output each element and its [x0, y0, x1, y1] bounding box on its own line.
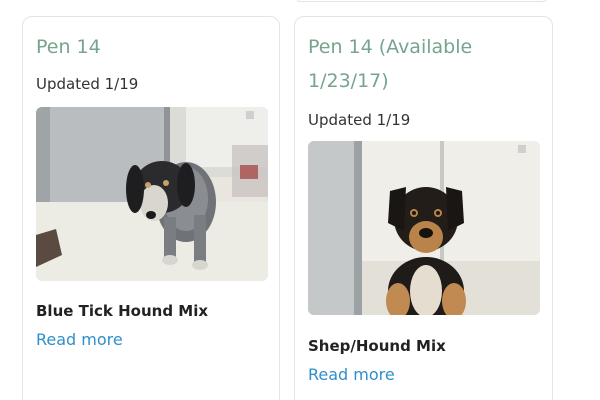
- pet-listing-page: Pen 14 Updated 1/19 Blue Tick Hound Mix …: [0, 0, 600, 400]
- pet-card: Pen 14 (Available 1/23/17) Updated 1/19: [294, 16, 553, 400]
- card-title: Pen 14: [36, 36, 101, 58]
- breed-label: Blue Tick Hound Mix: [36, 302, 209, 320]
- card-title: Pen 14 (Available 1/23/17): [308, 36, 473, 92]
- updated-date: Updated 1/19: [36, 75, 139, 93]
- card-edge-above: [296, 0, 547, 2]
- updated-date: Updated 1/19: [308, 111, 411, 129]
- read-more-link[interactable]: Read more: [36, 330, 123, 349]
- read-more-link[interactable]: Read more: [308, 365, 395, 384]
- pet-card: Pen 14 Updated 1/19 Blue Tick Hound Mix …: [22, 16, 280, 400]
- dog-photo[interactable]: [308, 141, 540, 315]
- dog-photo[interactable]: [36, 107, 268, 281]
- breed-label: Shep/Hound Mix: [308, 337, 446, 355]
